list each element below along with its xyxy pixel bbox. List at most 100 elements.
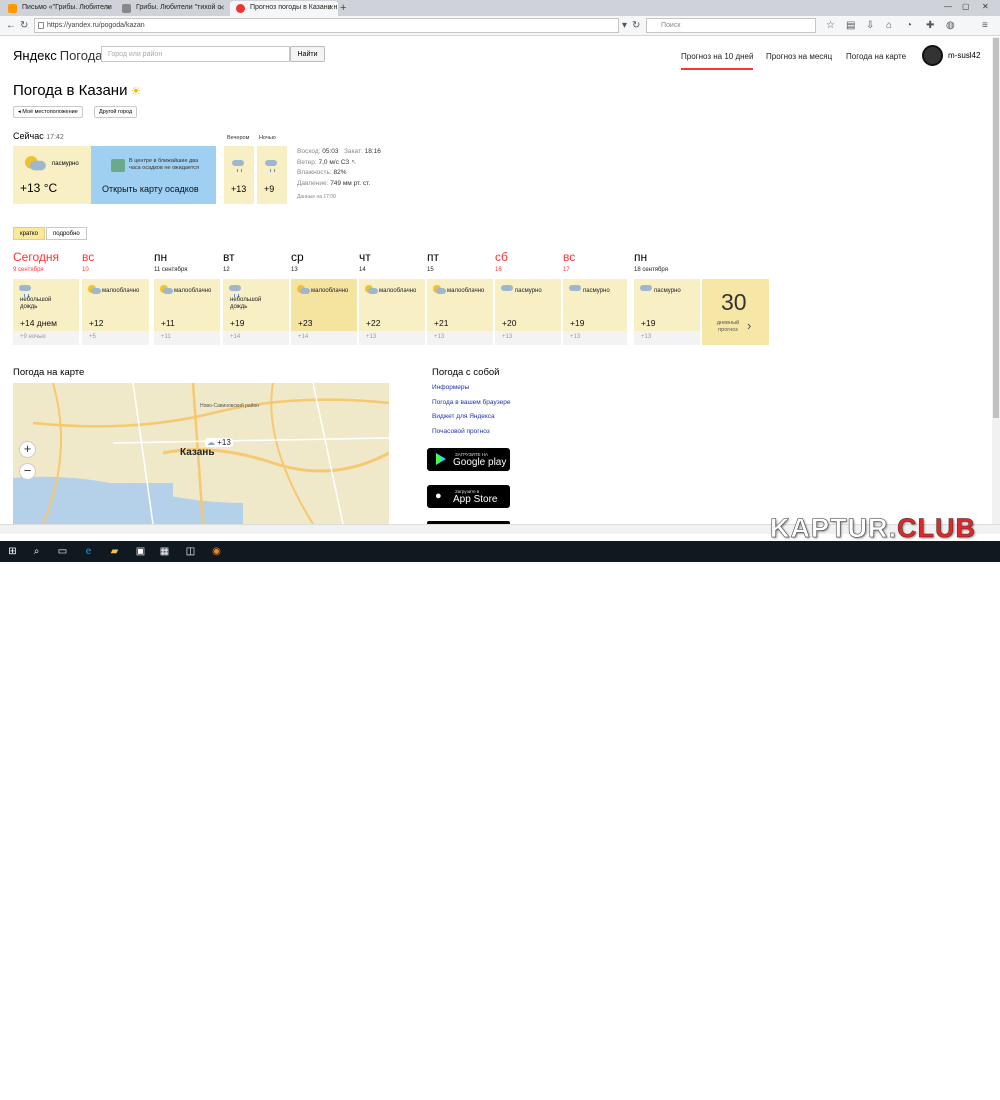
now-title: Сейчас 17:42 — [13, 131, 64, 141]
logo-yandex: Яндекс — [13, 48, 57, 63]
browser-tab[interactable]: Письмо «"Грибы. Любители ✕ — [2, 1, 115, 16]
informers-link[interactable]: Информеры — [432, 384, 469, 391]
app-store-button[interactable]: ● Загрузите в App Store — [427, 485, 510, 508]
zoom-out-button[interactable]: − — [19, 463, 36, 480]
google-play-button[interactable]: ЗАГРУЗИТЕ НА Google play — [427, 448, 510, 471]
precip-message: В центре в ближайшие два часа осадков не… — [129, 158, 200, 171]
forecast-night-temp: +13 — [641, 334, 652, 340]
nav-month-forecast[interactable]: Прогноз на месяц — [766, 52, 832, 61]
forecast-night-temp: +11 — [161, 334, 171, 340]
browser-tab-active[interactable]: Прогноз погоды в Казани н ✕ — [230, 1, 338, 16]
precip-map-card[interactable]: В центре в ближайшие два часа осадков не… — [91, 146, 216, 204]
map-city-label: Казань — [180, 447, 215, 458]
avatar[interactable] — [922, 45, 943, 66]
extension-icon[interactable]: ✚ — [926, 20, 934, 31]
yandex-weather-logo[interactable]: Яндекс Погода — [13, 48, 103, 63]
bookmarks-icon[interactable]: ▤ — [846, 20, 855, 31]
address-bar[interactable]: https://yandex.ru/pogoda/kazan — [34, 18, 619, 33]
home-icon[interactable]: ⌂ — [886, 20, 892, 31]
long-forecast-label: дневный прогноз — [716, 320, 740, 333]
forecast-day-card[interactable]: малооблачно +23 — [291, 279, 357, 331]
current-condition: пасмурно — [52, 161, 79, 167]
humidity-value: 82% — [333, 169, 347, 176]
forecast-condition: небольшой дождь — [230, 297, 262, 310]
forecast-condition: небольшой дождь — [20, 297, 52, 310]
network-app-icon[interactable]: ▣ — [134, 545, 147, 558]
open-precip-map-link[interactable]: Открыть карту осадков — [102, 184, 199, 194]
system-clock[interactable]: 17:42 09.09.2017 — [952, 1084, 980, 1100]
firefox-icon[interactable]: ◉ — [210, 545, 223, 558]
forecast-day-card[interactable]: малооблачно +11 — [154, 279, 220, 331]
task-view-icon[interactable]: ▭ — [56, 545, 69, 558]
map-temp-badge[interactable]: ☁ +13 — [205, 438, 233, 447]
long-forecast-card[interactable]: 30 дневный прогноз › — [702, 279, 769, 345]
evening-label: Вечером — [227, 135, 250, 141]
explorer-icon[interactable]: ▰ — [108, 545, 121, 558]
close-window-icon[interactable]: ✕ — [982, 2, 989, 11]
hourly-forecast-link[interactable]: Почасовой прогноз — [432, 428, 490, 435]
forecast-night-temp: +5 — [89, 334, 96, 340]
reload-page-icon[interactable]: ↻ — [632, 20, 640, 31]
forecast-day-card[interactable]: малооблачно +21 — [427, 279, 493, 331]
wind-row: Ветер: 7,0 м/с СЗ ↖ — [297, 158, 381, 169]
nav-10-day-forecast[interactable]: Прогноз на 10 дней — [681, 52, 754, 70]
partly-cloudy-icon — [88, 285, 101, 296]
zoom-in-button[interactable]: + — [19, 441, 36, 458]
back-icon[interactable]: ← — [6, 20, 16, 31]
cloud-icon — [640, 285, 652, 296]
find-button[interactable]: Найти — [290, 46, 325, 62]
toggle-brief[interactable]: кратко — [13, 227, 45, 240]
forecast-day-card[interactable]: пасмурно +20 — [495, 279, 561, 331]
language-indicator[interactable]: РУС — [922, 1089, 934, 1095]
other-city-button[interactable]: Другой город — [94, 106, 138, 118]
forecast-condition: малооблачно — [311, 288, 349, 294]
browser-tab-bar: Письмо «"Грибы. Любители ✕ Грибы. Любите… — [0, 0, 1000, 16]
reload-icon[interactable]: ↻ — [20, 20, 28, 31]
night-card: +9 — [257, 146, 287, 204]
forecast-day-card[interactable]: пасмурно +19 — [563, 279, 627, 331]
username-text: m-susl42 — [948, 51, 981, 60]
forecast-day-name: ср — [291, 250, 304, 264]
calculator-icon[interactable]: ▦ — [158, 545, 171, 558]
minimize-icon[interactable]: — — [944, 2, 952, 11]
media-icon[interactable]: ◫ — [184, 545, 197, 558]
forecast-day-temp: +19 — [230, 318, 245, 328]
scrollbar-thumb[interactable] — [993, 38, 999, 418]
menu-icon[interactable]: ≡ — [982, 20, 988, 31]
pocket-icon[interactable]: ◔ — [906, 20, 912, 31]
toggle-detailed[interactable]: подробно — [46, 227, 87, 240]
close-tab-icon[interactable]: ✕ — [219, 4, 225, 12]
browser-tab[interactable]: Грибы. Любители "тихой о ✕ — [116, 1, 229, 16]
edge-icon[interactable]: e — [82, 545, 95, 558]
forecast-day-card[interactable]: малооблачно +12 — [82, 279, 149, 331]
current-weather-card[interactable]: пасмурно +13 °C — [13, 146, 91, 204]
forecast-day-card[interactable]: малооблачно +22 — [359, 279, 425, 331]
my-location-button[interactable]: ◂ Моё местоположение — [13, 106, 83, 118]
city-search-input[interactable]: Город или район — [101, 46, 290, 62]
browser-weather-link[interactable]: Погода в вашем браузере — [432, 399, 510, 406]
nav-weather-map[interactable]: Погода на карте — [846, 52, 906, 61]
download-icon[interactable]: ⇩ — [866, 20, 874, 31]
username[interactable]: m-susl42 — [948, 51, 980, 60]
star-icon[interactable]: ☆ — [826, 20, 835, 31]
url-text: https://yandex.ru/pogoda/kazan — [47, 22, 145, 29]
browser-search-input[interactable]: Поиск — [646, 18, 816, 33]
forecast-condition: малооблачно — [379, 288, 417, 294]
dropdown-icon[interactable]: ▾ — [622, 20, 627, 31]
maximize-icon[interactable]: ▢ — [962, 2, 970, 11]
new-tab-button[interactable]: + — [340, 2, 346, 14]
now-time: 17:42 — [46, 134, 64, 141]
sync-icon[interactable]: ◍ — [946, 20, 955, 31]
forecast-day-card[interactable]: небольшой дождь +14 днем — [13, 279, 79, 331]
close-tab-icon[interactable]: ✕ — [105, 4, 111, 12]
windows-start-icon[interactable]: ⊞ — [6, 545, 19, 558]
search-icon[interactable]: ⌕ — [30, 545, 43, 558]
forecast-day-card[interactable]: пасмурно +19 — [634, 279, 700, 331]
map-temp-value: +13 — [217, 438, 231, 447]
yandex-widget-link[interactable]: Виджет для Яндекса — [432, 413, 495, 420]
map-pin-icon — [111, 159, 125, 172]
close-tab-icon[interactable]: ✕ — [328, 4, 334, 12]
with-you-title: Погода с собой — [432, 367, 500, 378]
app-store-big: App Store — [453, 494, 498, 505]
forecast-day-card[interactable]: небольшой дождь +19 — [223, 279, 289, 331]
